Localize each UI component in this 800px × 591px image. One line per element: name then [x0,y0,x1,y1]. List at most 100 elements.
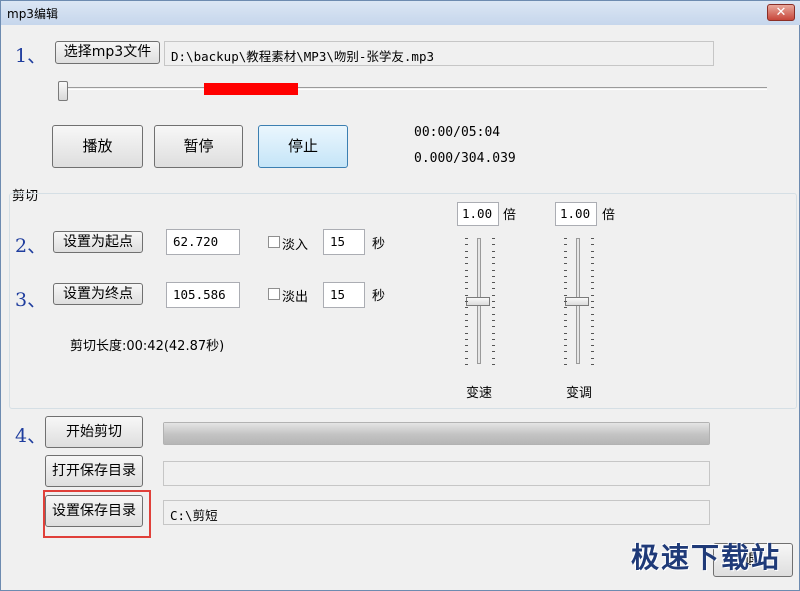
speed-slider-tick [492,238,495,239]
app-window: mp3编辑 ✕ 1、 选择mp3文件 D:\backup\教程素材\MP3\吻别… [0,0,800,591]
pitch-slider-tick [564,313,567,315]
fade-in-checkbox[interactable] [268,236,280,248]
fade-out-seconds-input[interactable]: 15 [323,282,365,308]
set-save-dir-button[interactable]: 设置保存目录 [45,495,143,527]
speed-slider-tick [492,282,495,284]
pitch-slider-tick [564,332,567,334]
play-button[interactable]: 播放 [52,125,143,168]
pitch-slider-tick [591,244,594,246]
pitch-slider-thumb[interactable] [565,296,589,306]
pitch-slider-tick [591,250,594,252]
speed-slider-tick [465,250,468,252]
speed-slider-tick [492,326,495,328]
speed-slider[interactable] [463,236,497,366]
pitch-slider-tick [564,301,567,302]
pitch-slider-tick [591,307,594,309]
set-end-button[interactable]: 设置为终点 [53,283,143,305]
file-path-field[interactable]: D:\backup\教程素材\MP3\吻别-张学友.mp3 [164,41,714,66]
pitch-slider-tick [564,282,567,284]
step-number-1: 1、 [15,45,47,67]
speed-slider-tick [465,313,468,315]
seek-slider-thumb[interactable] [58,81,68,101]
speed-slider-tick [492,351,495,353]
pitch-slider-tick [564,238,567,239]
speed-slider-tick [465,332,468,334]
speed-slider-tick [465,263,468,265]
pitch-slider-tick [564,351,567,353]
speed-slider-tick [465,282,468,284]
speed-slider-tick [492,269,495,271]
pitch-slider-tick [564,345,567,347]
select-mp3-button[interactable]: 选择mp3文件 [55,41,160,64]
start-time-input[interactable]: 62.720 [166,229,240,255]
speed-slider-tick [465,338,468,340]
speed-slider-tick [465,345,468,347]
cut-progress-fill [164,423,709,444]
seek-track[interactable] [58,87,767,90]
speed-slider-tick [492,250,495,252]
speed-slider-tick [492,244,495,246]
open-save-dir-button[interactable]: 打开保存目录 [45,455,143,487]
fade-out-checkbox[interactable] [268,288,280,300]
speed-slider-tick [465,307,468,309]
pitch-slider-tick [591,238,594,239]
pitch-slider-tick [591,351,594,353]
speed-slider-tick [492,364,495,365]
speed-label: 变速 [466,386,493,401]
speed-slider-tick [465,294,468,296]
speed-slider-tick [492,275,495,277]
pause-button[interactable]: 暂停 [154,125,243,168]
close-button[interactable]: ✕ [767,4,795,21]
pitch-label: 变调 [566,386,593,401]
pitch-slider-tick [564,319,567,321]
pitch-slider-tick [564,357,567,359]
seconds-display: 0.000/304.039 [414,151,516,166]
save-dir-field[interactable]: C:\剪短 [163,500,710,525]
pitch-slider-tick [591,357,594,359]
stop-button[interactable]: 停止 [258,125,348,168]
pitch-slider-tick [591,345,594,347]
pitch-slider-tick [591,326,594,328]
cut-length-text: 剪切长度:00:42(42.87秒) [70,339,225,354]
speed-slider-tick [492,345,495,347]
time-display: 00:00/05:04 [414,125,501,140]
pitch-slider-tick [591,332,594,334]
cut-progress-bar [163,422,710,445]
pitch-slider-tick [591,313,594,315]
pitch-slider-tick [564,275,567,277]
pitch-slider-tick [591,275,594,277]
pitch-value-field[interactable]: 1.00 [555,202,597,226]
speed-slider-tick [465,288,468,290]
pitch-slider[interactable] [562,236,596,366]
speed-slider-tick [465,351,468,353]
pitch-slider-tick [591,294,594,296]
set-start-button[interactable]: 设置为起点 [53,231,143,253]
step-number-3: 3、 [15,289,47,311]
speed-slider-tick [465,244,468,246]
speed-slider-tick [492,332,495,334]
speed-slider-tick [492,301,495,302]
step-number-4: 4、 [15,425,47,447]
fade-in-seconds-input[interactable]: 15 [323,229,365,255]
fade-in-label: 淡入 [282,238,309,253]
speed-slider-tick [465,326,468,328]
pitch-slider-tick [591,319,594,321]
speed-slider-tick [492,307,495,309]
speed-slider-thumb[interactable] [466,296,490,306]
selection-range-bar [204,83,299,95]
pitch-slider-tick [564,244,567,246]
start-cut-button[interactable]: 开始剪切 [45,416,143,448]
speed-slider-tick [465,256,468,258]
speed-slider-tick [492,313,495,315]
pitch-slider-tick [564,307,567,309]
speed-slider-tick [492,294,495,296]
pitch-slider-tick [564,256,567,258]
pitch-slider-tick [591,288,594,290]
speed-slider-tick [492,357,495,359]
pitch-slider-tick [564,250,567,252]
pitch-slider-tick [591,256,594,258]
speed-value-field[interactable]: 1.00 [457,202,499,226]
watermark: 极速下载站 [630,541,781,574]
end-time-input[interactable]: 105.586 [166,282,240,308]
pitch-slider-tick [591,301,594,302]
